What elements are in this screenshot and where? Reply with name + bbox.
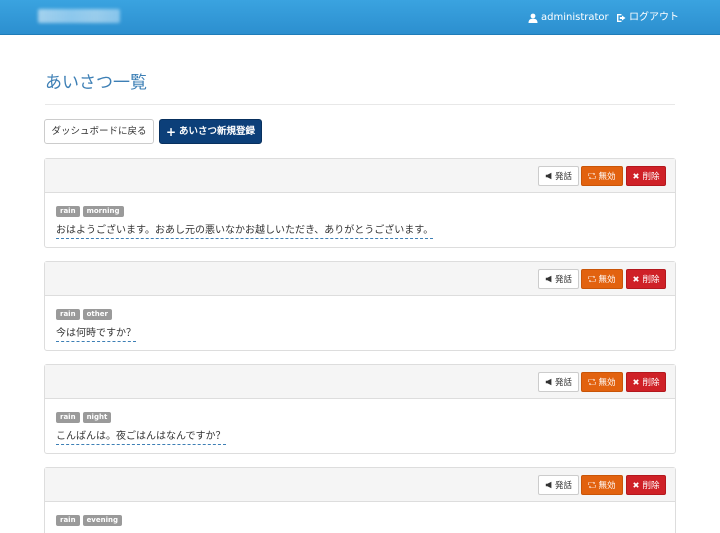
retweet-icon <box>588 172 597 180</box>
speak-label: 発話 <box>554 172 572 182</box>
delete-button[interactable]: 削除 <box>626 269 666 289</box>
megaphone-icon <box>545 481 552 489</box>
logout-link[interactable]: ログアウト <box>616 11 679 25</box>
speak-label: 発話 <box>554 378 572 388</box>
tag-badge: night <box>82 412 112 423</box>
user-icon <box>528 13 538 23</box>
card-header: 発話 無効 削除 <box>45 262 675 296</box>
brand-logo[interactable] <box>38 9 120 23</box>
logout-icon <box>617 14 626 22</box>
tag-badge: rain <box>56 412 80 423</box>
card-header: 発話 無効 削除 <box>45 365 675 399</box>
user-menu[interactable]: administrator <box>528 11 609 25</box>
greeting-text[interactable]: こんばんは。夜ごはんはなんですか？ <box>56 429 226 445</box>
megaphone-icon <box>545 378 552 386</box>
retweet-icon <box>588 275 597 283</box>
delete-button[interactable]: 削除 <box>626 475 666 495</box>
top-navbar: administrator ログアウト <box>0 0 720 35</box>
speak-label: 発話 <box>554 275 572 285</box>
tag-badge: rain <box>56 206 80 217</box>
title-divider <box>45 104 675 105</box>
tag-badge: evening <box>82 515 122 526</box>
delete-button[interactable]: 削除 <box>626 372 666 392</box>
tag-badge: rain <box>56 309 80 320</box>
speak-label: 発話 <box>554 481 572 491</box>
delete-label: 削除 <box>642 172 660 182</box>
close-icon <box>633 379 640 385</box>
tag-badge: rain <box>56 515 80 526</box>
disable-label: 無効 <box>598 275 616 285</box>
greeting-card: 発話 無効 削除 rain other 今は何時ですか？ <box>44 261 676 351</box>
greeting-card: 発話 無効 削除 rain morning おはようございます。おあし元の悪いな… <box>44 158 676 248</box>
disable-label: 無効 <box>598 172 616 182</box>
close-icon <box>633 173 640 179</box>
disable-button[interactable]: 無効 <box>581 475 623 495</box>
logout-label: ログアウト <box>629 12 679 23</box>
tag-list: rain evening <box>56 515 122 526</box>
close-icon <box>633 482 640 488</box>
speak-button[interactable]: 発話 <box>538 166 579 186</box>
megaphone-icon <box>545 172 552 180</box>
new-greeting-label: あいさつ新規登録 <box>179 126 256 137</box>
back-to-dashboard-button[interactable]: ダッシュボードに戻る <box>44 119 154 144</box>
greeting-card: 発話 無効 削除 rain evening <box>44 467 676 533</box>
disable-label: 無効 <box>598 481 616 491</box>
back-to-dashboard-label: ダッシュボードに戻る <box>51 126 147 137</box>
close-icon <box>633 276 640 282</box>
retweet-icon <box>588 481 597 489</box>
tag-badge: morning <box>82 206 124 217</box>
tag-list: rain morning <box>56 206 124 217</box>
speak-button[interactable]: 発話 <box>538 372 579 392</box>
user-name: administrator <box>541 12 609 23</box>
page-title: あいさつ一覧 <box>45 73 147 93</box>
delete-label: 削除 <box>642 378 660 388</box>
plus-icon: + <box>165 124 177 139</box>
delete-label: 削除 <box>642 481 660 491</box>
greeting-text[interactable]: おはようございます。おあし元の悪いなかお越しいただき、ありがとうございます。 <box>56 223 434 239</box>
disable-label: 無効 <box>598 378 616 388</box>
tag-list: rain night <box>56 412 112 423</box>
speak-button[interactable]: 発話 <box>538 269 579 289</box>
retweet-icon <box>588 378 597 386</box>
card-header: 発話 無効 削除 <box>45 159 675 193</box>
greeting-card: 発話 無効 削除 rain night こんばんは。夜ごはんはなんですか？ <box>44 364 676 454</box>
disable-button[interactable]: 無効 <box>581 166 623 186</box>
delete-button[interactable]: 削除 <box>626 166 666 186</box>
greeting-text[interactable]: 今は何時ですか？ <box>56 326 136 342</box>
disable-button[interactable]: 無効 <box>581 269 623 289</box>
new-greeting-button[interactable]: + あいさつ新規登録 <box>159 119 262 144</box>
card-header: 発話 無効 削除 <box>45 468 675 502</box>
speak-button[interactable]: 発話 <box>538 475 579 495</box>
tag-badge: other <box>82 309 112 320</box>
tag-list: rain other <box>56 309 112 320</box>
megaphone-icon <box>545 275 552 283</box>
delete-label: 削除 <box>642 275 660 285</box>
disable-button[interactable]: 無効 <box>581 372 623 392</box>
